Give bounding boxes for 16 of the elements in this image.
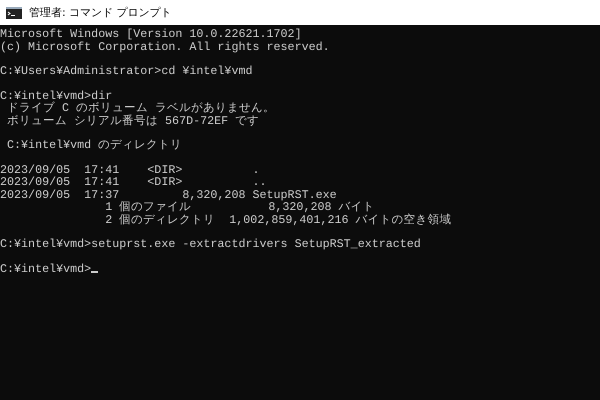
command-prompt: C:¥intel¥vmd>: [0, 262, 92, 275]
console-line: 2023/09/05 17:37 8,320,208 SetupRST.exe: [0, 188, 338, 201]
console-line: C:¥intel¥vmd>dir: [0, 90, 114, 102]
console-line: (c) Microsoft Corporation. All rights reserved.: [0, 40, 331, 53]
console-line: 1 個のファイル 8,320,208 バイト: [104, 201, 376, 214]
terminal-icon: [6, 6, 22, 18]
console-line: 2 個のディレクトリ 1,002,859,401,216 バイトの空き領域: [104, 214, 453, 226]
console-line: ドライブ C のボリューム ラベルがありません。: [6, 102, 276, 114]
window-title: 管理者: コマンド プロンプト: [29, 5, 172, 20]
console-line: C:¥intel¥vmd のディレクトリ: [6, 139, 184, 152]
console-line: Microsoft Windows [Version 10.0.22621.1702]: [0, 28, 303, 40]
console-line: C:¥intel¥vmd>setuprst.exe -extractdrivers SetupRST_extracted: [0, 238, 422, 250]
console-line: C:¥Users¥Administrator>cd ¥intel¥vmd: [0, 65, 254, 78]
console-line: 2023/09/05 17:41 <DIR> .: [0, 164, 261, 176]
console-line: 2023/09/05 17:41 <DIR> ..: [0, 176, 268, 188]
console-line: ボリューム シリアル番号は 567D-72EF です: [6, 114, 260, 127]
